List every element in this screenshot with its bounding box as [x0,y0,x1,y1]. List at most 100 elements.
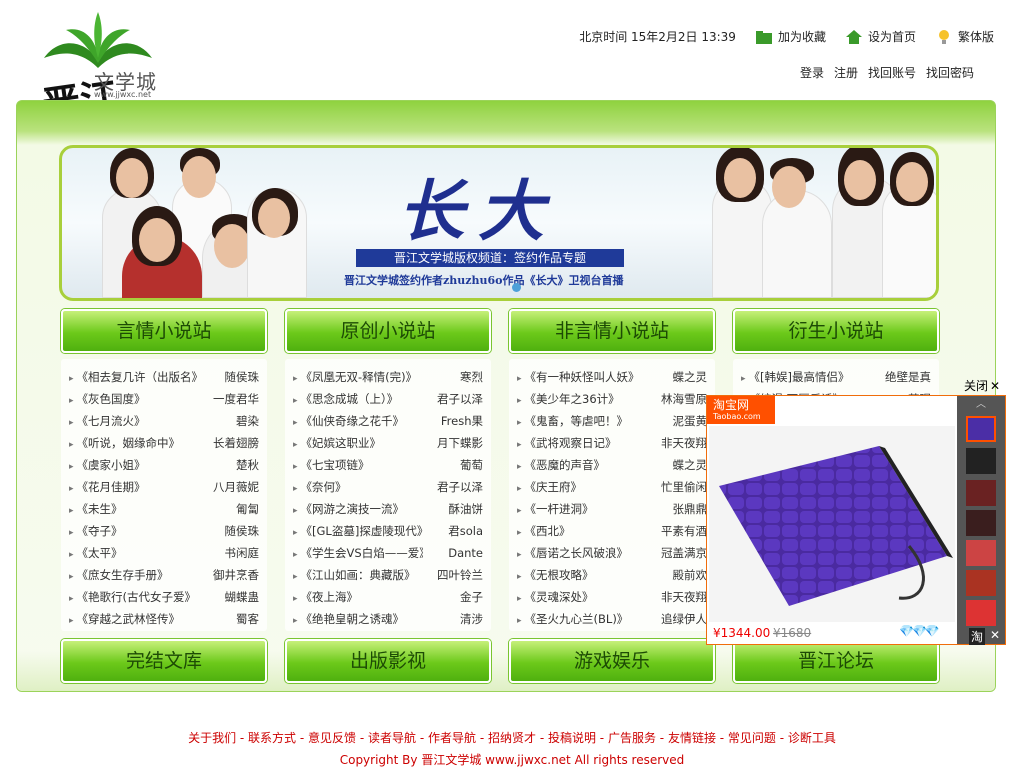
book-author[interactable]: 一度君华 [213,388,259,410]
book-author[interactable]: 金子 [460,586,483,608]
book-author[interactable]: 君子以泽 [437,388,483,410]
book-list-item[interactable]: 《未生》 匍匐 [69,498,259,520]
book-list-item[interactable]: 《庆王府》 忙里偷闲 [517,476,707,498]
book-list-item[interactable]: 《绝艳皇朝之诱魂》 清涉 [293,608,483,630]
book-list-item[interactable]: 《一杆进洞》 张鼎鼎 [517,498,707,520]
book-title[interactable]: 《花月佳期》 [69,476,146,498]
book-title[interactable]: 《听说，姻缘命中》 [69,432,181,454]
book-title[interactable]: 《江山如画：典藏版》 [293,564,416,586]
book-author[interactable]: 御井烹香 [213,564,259,586]
book-title[interactable]: 《[GL盗墓]探虚陵现代》 [293,520,423,542]
taobao-ad[interactable]: 淘宝网 Taobao.com ¥1344.00 ¥1680 💎💎💎 ︿ 淘 ✕ [706,395,1006,645]
book-title[interactable]: 《武将观察日记》 [517,432,617,454]
book-list-item[interactable]: 《凤凰无双-释情(完)》 寒烈 [293,366,483,388]
book-title[interactable]: 《美少年之36计》 [517,388,620,410]
book-title[interactable]: 《圣火九心兰(BL)》 [517,608,629,630]
ad-thumbnail[interactable] [966,416,996,442]
book-list-item[interactable]: 《艳歌行(古代女子爱》 蝴蝶蛊 [69,586,259,608]
book-title[interactable]: 《灰色国度》 [69,388,146,410]
add-favorite-link[interactable]: 加为收藏 [755,28,826,45]
book-title[interactable]: 《学生会VS白焰——爱》 [293,542,423,564]
column-header[interactable]: 原创小说站 [285,309,491,353]
book-author[interactable]: 蝶之灵 [673,366,708,388]
column-header[interactable]: 言情小说站 [61,309,267,353]
book-author[interactable]: 四叶铃兰 [437,564,483,586]
ad-product-image[interactable] [709,426,955,622]
book-list-item[interactable]: 《西北》 平素有酒 [517,520,707,542]
book-title[interactable]: 《奈何》 [293,476,347,498]
book-author[interactable]: 书闲庭 [225,542,260,564]
book-list-item[interactable]: 《夺子》 随侯珠 [69,520,259,542]
ad-thumbnail[interactable] [966,480,996,506]
book-author[interactable]: 蜀客 [236,608,259,630]
book-title[interactable]: 《太平》 [69,542,123,564]
book-author[interactable]: 忙里偷闲 [661,476,707,498]
footer-link[interactable]: 作者导航 [428,731,476,745]
book-title[interactable]: 《庶女生存手册》 [69,564,169,586]
ad-dismiss-icon[interactable]: ✕ [990,628,1000,642]
book-list-item[interactable]: 《七月流火》 碧染 [69,410,259,432]
ad-close-button[interactable]: 关闭 ✕ [964,377,1000,394]
ad-thumbnail[interactable] [966,570,996,596]
book-author[interactable]: 林海雪原 [661,388,707,410]
ad-thumbnail[interactable] [966,540,996,566]
book-title[interactable]: 《西北》 [517,520,571,542]
book-title[interactable]: 《七月流火》 [69,410,146,432]
book-list-item[interactable]: 《夜上海》 金子 [293,586,483,608]
book-title[interactable]: 《夺子》 [69,520,123,542]
book-title[interactable]: 《相去复几许（出版名》 [69,366,199,388]
book-title[interactable]: 《仙侠奇缘之花千》 [293,410,405,432]
book-title[interactable]: 《灵魂深处》 [517,586,594,608]
book-title[interactable]: 《虞家小姐》 [69,454,146,476]
book-list-item[interactable]: 《[GL盗墓]探虚陵现代》 君sola [293,520,483,542]
column-footer-button[interactable]: 游戏娱乐 [509,639,715,683]
recover-password-link[interactable]: 找回密码 [926,64,974,81]
book-author[interactable]: 非天夜翔 [661,586,707,608]
footer-link[interactable]: 意见反馈 [308,731,356,745]
footer-link[interactable]: 关于我们 [188,731,236,745]
book-author[interactable]: 蝴蝶蛊 [225,586,260,608]
book-author[interactable]: 葡萄 [460,454,483,476]
footer-link[interactable]: 广告服务 [608,731,656,745]
book-title[interactable]: 《[韩娱]最高情侣》 [741,366,850,388]
book-author[interactable]: 随侯珠 [225,366,260,388]
book-list-item[interactable]: 《江山如画：典藏版》四叶铃兰 [293,564,483,586]
column-header[interactable]: 衍生小说站 [733,309,939,353]
book-title[interactable]: 《艳歌行(古代女子爱》 [69,586,197,608]
footer-link[interactable]: 联系方式 [248,731,296,745]
book-title[interactable]: 《网游之演技一流》 [293,498,405,520]
book-list-item[interactable]: 《网游之演技一流》 酥油饼 [293,498,483,520]
book-author[interactable]: Fresh果 [441,410,483,432]
book-title[interactable]: 《未生》 [69,498,123,520]
book-author[interactable]: 随侯珠 [225,520,260,542]
book-author[interactable]: 殿前欢 [673,564,708,586]
book-title[interactable]: 《有一种妖怪叫人妖》 [517,366,640,388]
recover-account-link[interactable]: 找回账号 [868,64,916,81]
book-list-item[interactable]: 《学生会VS白焰——爱》 Dante [293,542,483,564]
book-list-item[interactable]: 《无根攻略》 殿前欢 [517,564,707,586]
book-title[interactable]: 《妃嫔这职业》 [293,432,382,454]
column-footer-button[interactable]: 出版影视 [285,639,491,683]
book-list-item[interactable]: 《七宝项链》 葡萄 [293,454,483,476]
register-link[interactable]: 注册 [834,64,858,81]
book-title[interactable]: 《无根攻略》 [517,564,594,586]
book-title[interactable]: 《庆王府》 [517,476,583,498]
login-link[interactable]: 登录 [800,64,824,81]
column-footer-button[interactable]: 晋江论坛 [733,639,939,683]
footer-link[interactable]: 友情链接 [668,731,716,745]
book-list-item[interactable]: 《仙侠奇缘之花千》 Fresh果 [293,410,483,432]
book-list-item[interactable]: 《庶女生存手册》 御井烹香 [69,564,259,586]
book-author[interactable]: 平素有酒 [661,520,707,542]
book-author[interactable]: 君子以泽 [437,476,483,498]
book-list-item[interactable]: 《听说，姻缘命中》 长着翅膀 [69,432,259,454]
promo-banner[interactable]: 长大 晋江文学城版权频道：签约作品专题 晋江文学城签约作者zhuzhu6o作品《… [59,145,939,301]
book-list-item[interactable]: 《圣火九心兰(BL)》 追绿伊人 [517,608,707,630]
book-list-item[interactable]: 《武将观察日记》 非天夜翔 [517,432,707,454]
book-list-item[interactable]: 《穿越之武林怪传》 蜀客 [69,608,259,630]
taobao-badge[interactable]: 淘 [969,628,986,645]
footer-link[interactable]: 读者导航 [368,731,416,745]
book-author[interactable]: 张鼎鼎 [673,498,708,520]
book-title[interactable]: 《思念成城（上）》 [293,388,399,410]
book-title[interactable]: 《唇诺之长风破浪》 [517,542,629,564]
book-list-item[interactable]: 《思念成城（上）》 君子以泽 [293,388,483,410]
